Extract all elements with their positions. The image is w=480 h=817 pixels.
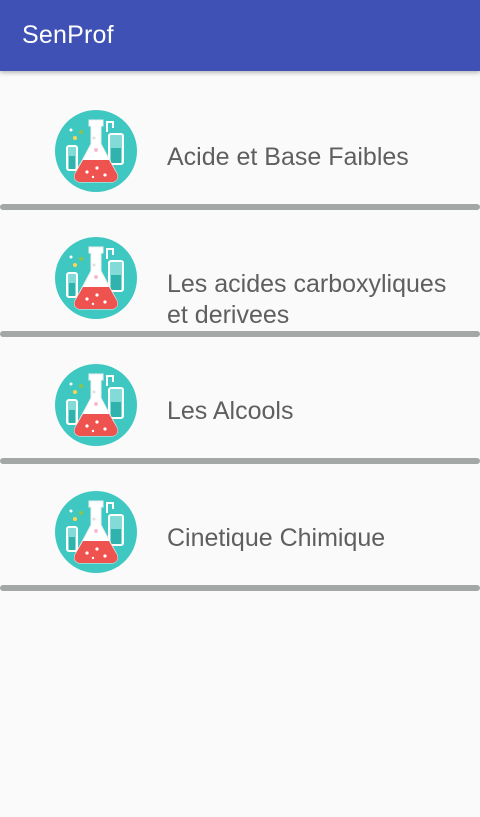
divider: [0, 585, 480, 591]
list-item[interactable]: Les acides carboxyliques et derivees: [0, 198, 480, 337]
list-item[interactable]: Acide et Base Faibles: [0, 71, 480, 210]
item-label: Cinetique Chimique: [167, 524, 386, 552]
list-item[interactable]: Les Alcools: [0, 325, 480, 464]
item-label: Les acides carboxyliques et derivees: [167, 270, 447, 329]
chemistry-flask-icon: [55, 491, 137, 573]
list-item[interactable]: Cinetique Chimique: [0, 452, 480, 591]
item-label: Acide et Base Faibles: [167, 143, 409, 171]
chapter-list: Acide et Base Faibles Les acides carboxy…: [0, 71, 480, 591]
chemistry-flask-icon: [55, 237, 137, 319]
app-title: SenProf: [22, 21, 114, 49]
chemistry-flask-icon: [55, 110, 137, 192]
chemistry-flask-icon: [55, 364, 137, 446]
item-label: Les Alcools: [167, 397, 294, 425]
app-bar: SenProf: [0, 0, 480, 71]
